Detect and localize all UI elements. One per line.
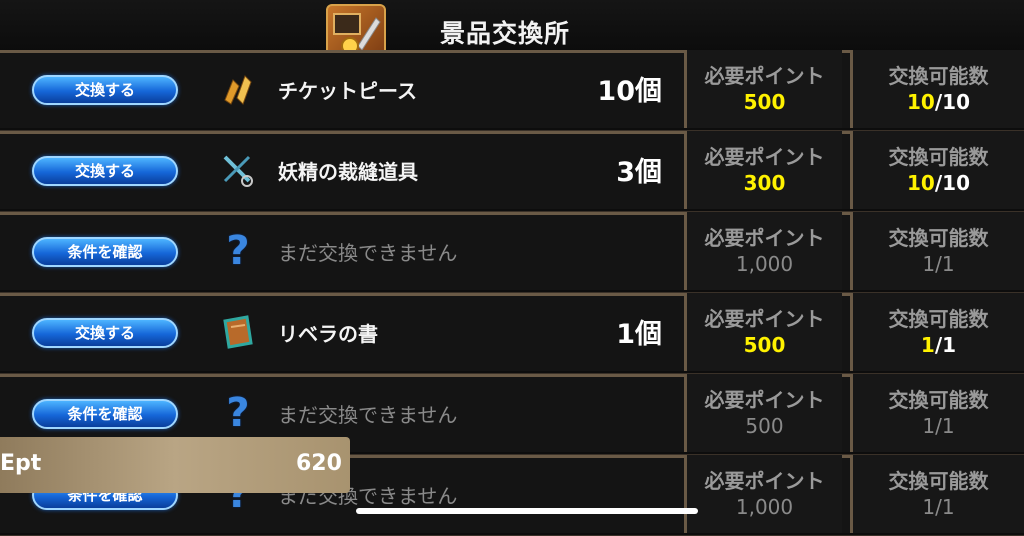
required-points-value: 500 — [743, 90, 786, 114]
available-count-value: 1/1 — [853, 333, 1024, 357]
check-conditions-button[interactable]: 条件を確認 — [32, 237, 178, 267]
required-points-cell: 必要ポイント 500 — [684, 374, 842, 452]
required-points-cell: 必要ポイント 1,000 — [684, 212, 842, 290]
exchange-button[interactable]: 交換する — [32, 156, 178, 186]
available-count-label: 交換可能数 — [888, 145, 989, 169]
exchange-button[interactable]: 交換する — [32, 318, 178, 348]
available-remaining: 1 — [922, 414, 936, 438]
event-points-panel: Ept 620 — [0, 437, 350, 493]
required-points-cell: 必要ポイント 300 — [684, 131, 842, 209]
available-count-label: 交換可能数 — [888, 388, 989, 412]
available-max: 1 — [941, 252, 955, 276]
list-item: 条件を確認 ? まだ交換できません 必要ポイント 1,000 交換可能数 1/1 — [0, 212, 1024, 293]
event-points-label: Ept — [0, 451, 42, 476]
fairy-sewing-tool-icon — [218, 150, 258, 190]
exchange-button[interactable]: 交換する — [32, 75, 178, 105]
item-name: まだ交換できません — [278, 403, 458, 427]
available-count-value: 10/10 — [853, 171, 1024, 195]
required-points-cell: 必要ポイント 1,000 — [684, 455, 842, 533]
available-count-label: 交換可能数 — [888, 64, 989, 88]
available-max: 1 — [942, 333, 957, 357]
available-count-value: 10/10 — [853, 90, 1024, 114]
required-points-value: 300 — [743, 171, 786, 195]
item-name: まだ交換できません — [278, 241, 458, 265]
required-points-cell: 必要ポイント 500 — [684, 293, 842, 371]
available-remaining: 10 — [907, 90, 935, 114]
item-quantity: 3個 — [616, 157, 662, 188]
question-icon: ? — [226, 228, 250, 274]
required-points-label: 必要ポイント — [704, 64, 825, 88]
available-count-cell: 交換可能数 1/1 — [850, 293, 1024, 371]
question-icon: ? — [226, 390, 250, 436]
available-max: 10 — [942, 90, 970, 114]
available-count-label: 交換可能数 — [888, 307, 989, 331]
required-points-label: 必要ポイント — [704, 469, 825, 493]
available-separator: / — [935, 252, 942, 276]
page-title: 景品交換所 — [440, 19, 571, 48]
home-indicator[interactable] — [356, 508, 698, 514]
available-max: 10 — [942, 171, 970, 195]
available-count-cell: 交換可能数 1/1 — [850, 455, 1024, 533]
event-points-value: 620 — [296, 451, 342, 476]
available-max: 1 — [941, 414, 955, 438]
list-item: 交換する リベラの書 1個 必要ポイント 500 交換可能数 1/1 — [0, 293, 1024, 374]
available-count-cell: 交換可能数 1/1 — [850, 374, 1024, 452]
available-separator: / — [935, 414, 942, 438]
available-count-cell: 交換可能数 10/10 — [850, 131, 1024, 209]
item-quantity: 10個 — [597, 76, 662, 107]
available-remaining: 1 — [922, 495, 936, 519]
required-points-label: 必要ポイント — [704, 388, 825, 412]
required-points-value: 500 — [745, 414, 784, 438]
ticket-piece-icon — [218, 69, 258, 109]
available-count-cell: 交換可能数 1/1 — [850, 212, 1024, 290]
available-remaining: 1 — [922, 252, 936, 276]
item-name: チケットピース — [278, 79, 417, 103]
item-name: 妖精の裁縫道具 — [278, 160, 418, 184]
available-remaining: 10 — [907, 171, 935, 195]
available-remaining: 1 — [920, 333, 935, 357]
book-icon — [218, 312, 258, 352]
item-name: リベラの書 — [278, 322, 378, 346]
available-separator: / — [935, 495, 942, 519]
required-points-label: 必要ポイント — [704, 307, 825, 331]
required-points-label: 必要ポイント — [704, 226, 825, 250]
available-count-label: 交換可能数 — [888, 469, 989, 493]
required-points-value: 1,000 — [735, 252, 794, 276]
available-count-value: 1/1 — [853, 495, 1024, 519]
available-count-value: 1/1 — [853, 414, 1024, 438]
item-quantity: 1個 — [616, 319, 662, 350]
required-points-value: 1,000 — [735, 495, 794, 519]
required-points-value: 500 — [743, 333, 786, 357]
available-count-value: 1/1 — [853, 252, 1024, 276]
required-points-label: 必要ポイント — [704, 145, 825, 169]
available-count-cell: 交換可能数 10/10 — [850, 50, 1024, 128]
required-points-cell: 必要ポイント 500 — [684, 50, 842, 128]
list-item: 交換する チケットピース 10個 必要ポイント 500 交換可能数 10/10 — [0, 50, 1024, 131]
available-count-label: 交換可能数 — [888, 226, 989, 250]
list-item: 交換する 妖精の裁縫道具 3個 必要ポイント 300 交換可能数 10/10 — [0, 131, 1024, 212]
available-max: 1 — [941, 495, 955, 519]
check-conditions-button[interactable]: 条件を確認 — [32, 399, 178, 429]
